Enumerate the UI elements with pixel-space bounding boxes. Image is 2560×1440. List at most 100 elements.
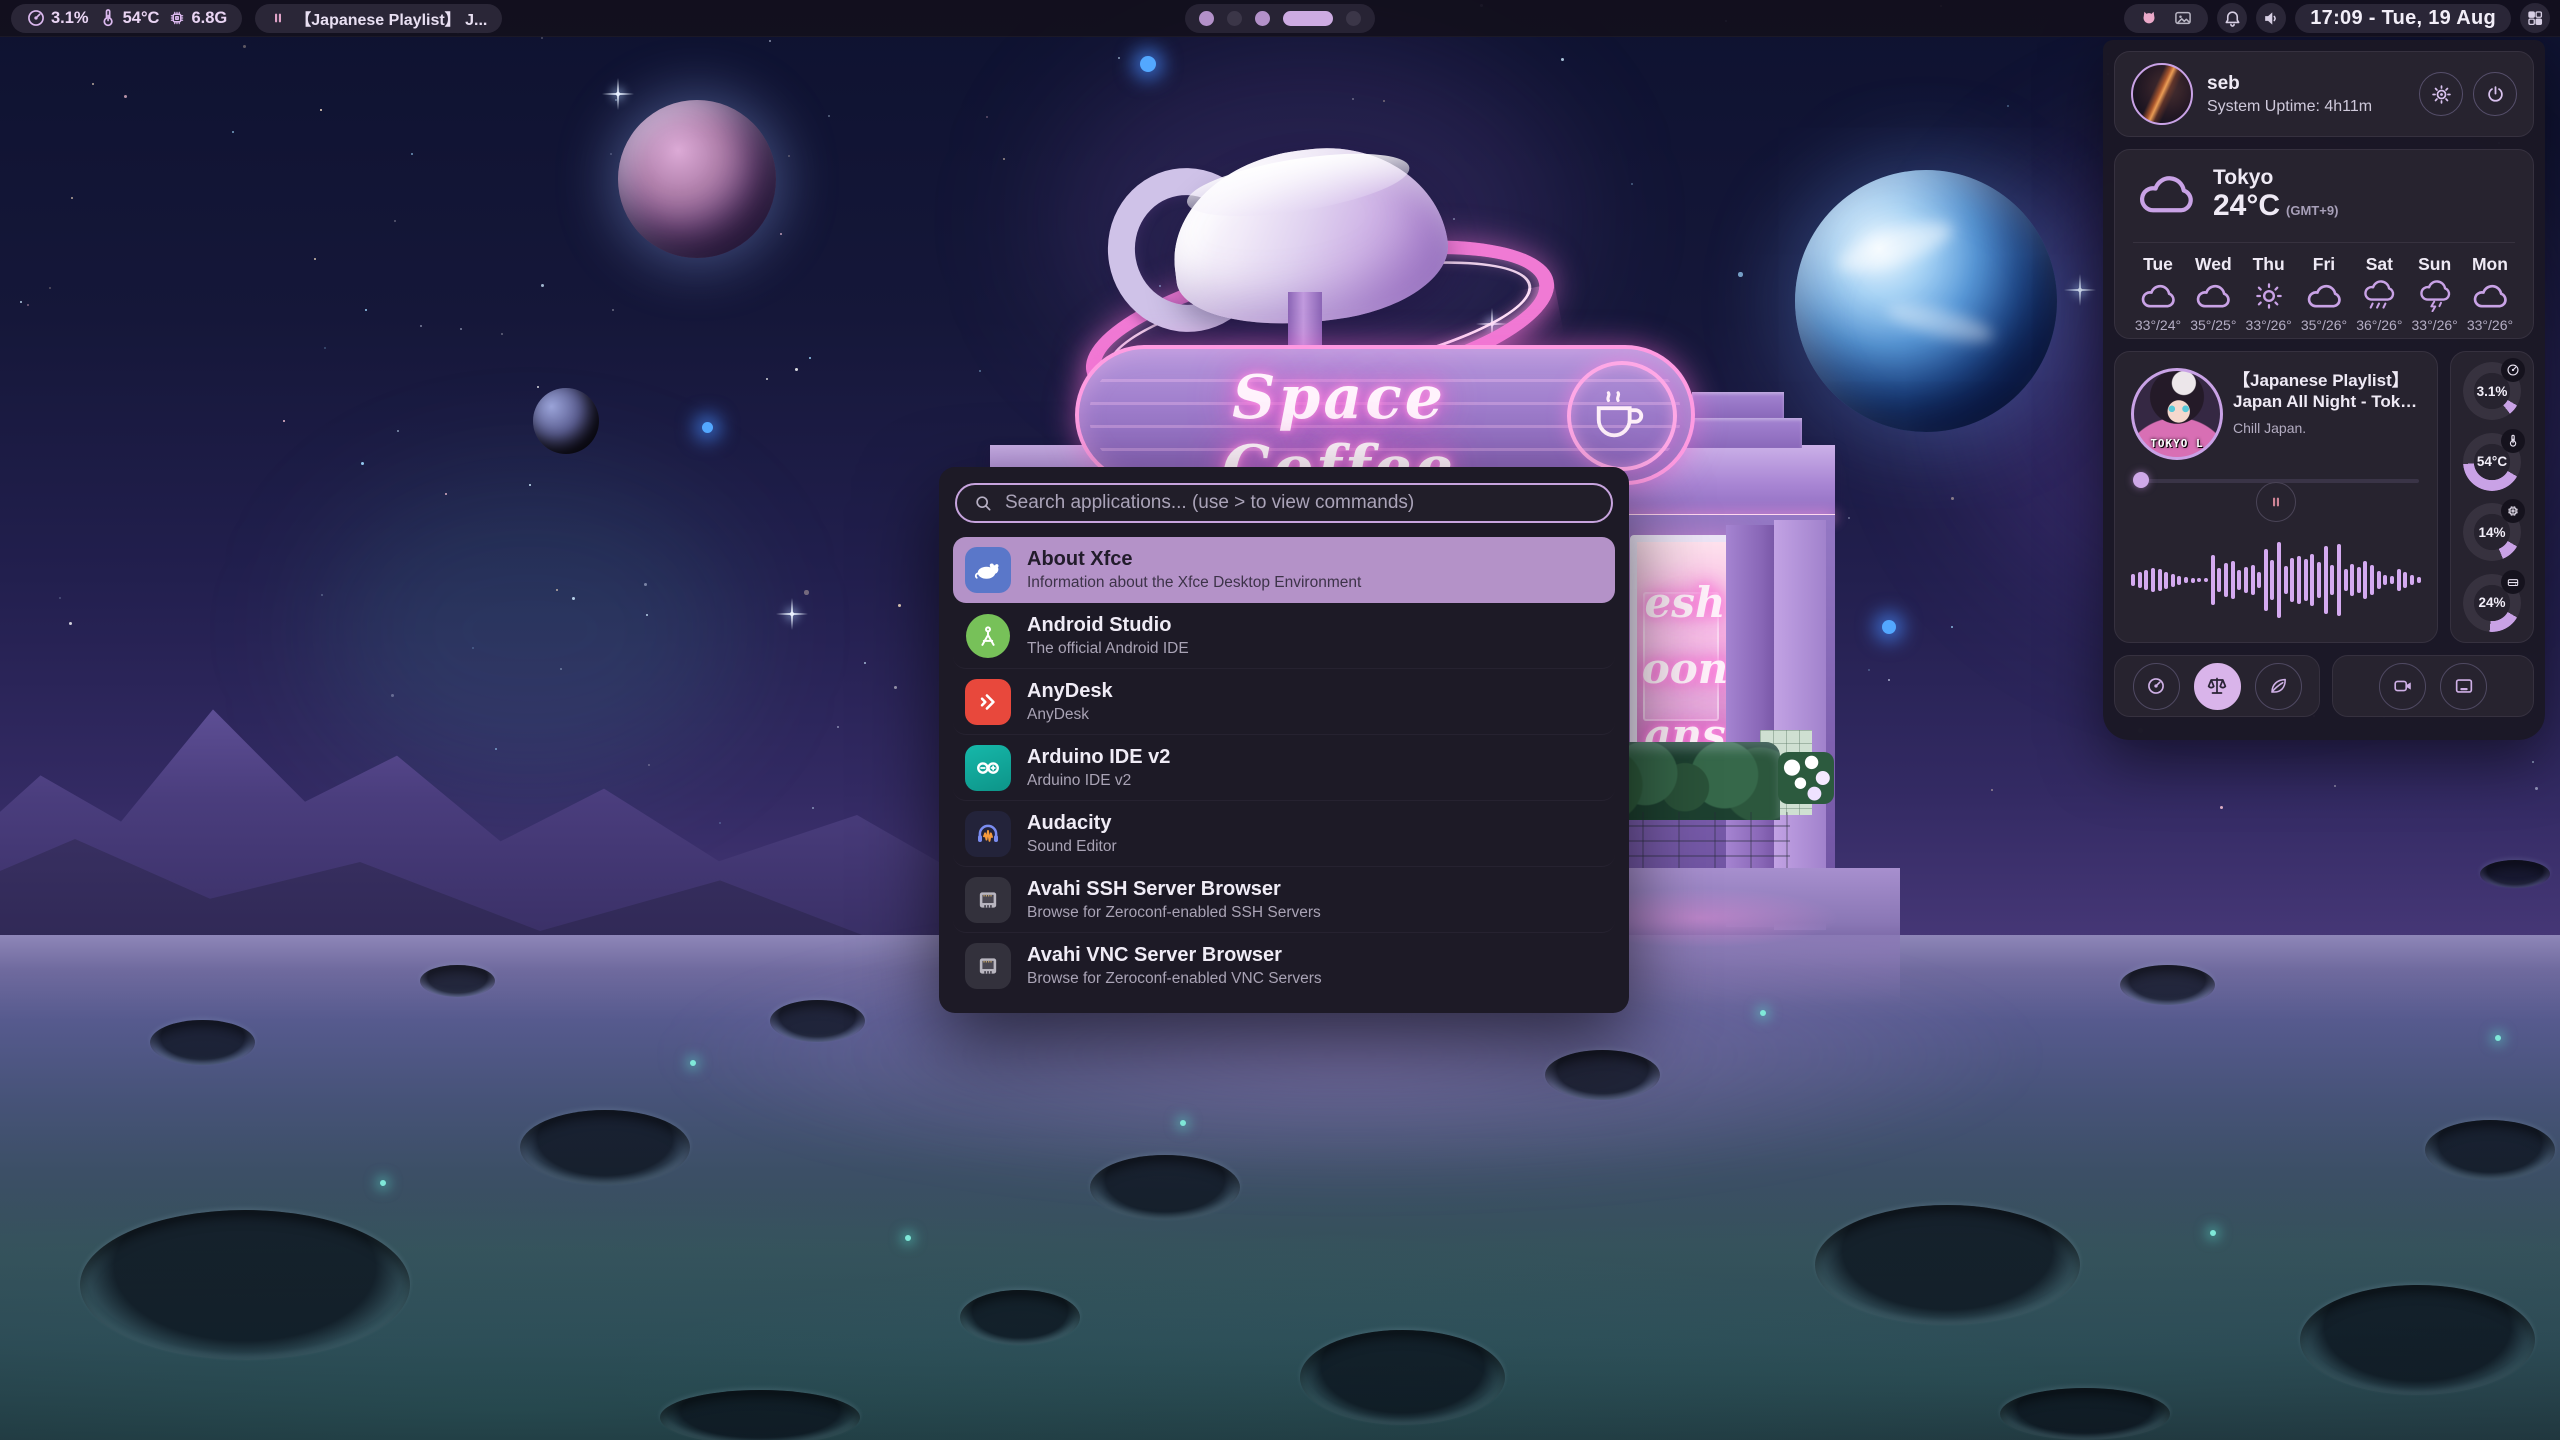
star (1951, 626, 1953, 628)
star-blue (1882, 620, 1896, 634)
star (365, 309, 367, 311)
power-button[interactable] (2473, 72, 2517, 116)
network-port-icon (965, 877, 1011, 923)
app-description: Sound Editor (1027, 838, 1117, 856)
screen-record-button[interactable] (2379, 663, 2426, 710)
app-list-item[interactable]: AnyDesk AnyDesk (953, 669, 1615, 735)
settings-button[interactable] (2419, 72, 2463, 116)
shop-window: esh oon ans (1630, 535, 1740, 771)
visualizer-bar (2324, 546, 2328, 614)
app-list-item[interactable]: Audacity Sound Editor (953, 801, 1615, 867)
app-description: Browse for Zeroconf-enabled SSH Servers (1027, 904, 1321, 922)
app-list-item[interactable]: Avahi VNC Server Browser Browse for Zero… (953, 933, 1615, 999)
powersave-profile-button[interactable] (2255, 663, 2302, 710)
star (1631, 183, 1633, 185)
android-studio-icon (965, 613, 1011, 659)
app-description: Arduino IDE v2 (1027, 772, 1170, 790)
star (27, 304, 29, 306)
visualizer-bar (2304, 559, 2308, 601)
app-list-item[interactable]: About Xfce Information about the Xfce De… (953, 537, 1615, 603)
clock-pill[interactable]: 17:09 - Tue, 19 Aug (2295, 4, 2511, 33)
forecast-day-name: Thu (2253, 254, 2285, 275)
cloud-icon (2138, 280, 2178, 312)
system-tray-pill[interactable] (2124, 4, 2208, 33)
crater (770, 1000, 865, 1042)
neon-word: esh (1637, 578, 1733, 627)
visualizer-bar (2397, 569, 2401, 591)
star (2220, 806, 2223, 809)
tray-cat-icon[interactable] (2139, 8, 2159, 28)
rain-icon (2361, 280, 2397, 312)
star-blue (1140, 56, 1156, 72)
now-playing-label: 【Japanese Playlist】 J... (295, 6, 487, 30)
crater (520, 1110, 690, 1185)
star (541, 37, 543, 39)
notifications-button[interactable] (2217, 3, 2247, 33)
visualizer-bar (2191, 578, 2195, 583)
crater (2425, 1120, 2555, 1180)
weather-forecast: Tue 33°/24° Wed 35°/25° Thu 33°/26° Fri … (2131, 254, 2517, 333)
arduino-infinity-icon (965, 745, 1011, 791)
anydesk-icon (965, 679, 1011, 725)
visualizer-bar (2211, 555, 2215, 605)
app-list-item[interactable]: Android Studio The official Android IDE (953, 603, 1615, 669)
workspace-dot[interactable] (1255, 11, 1270, 26)
crater (960, 1290, 1080, 1345)
visualizer-bar (2244, 567, 2248, 593)
forecast-temps: 33°/26° (2412, 317, 2458, 333)
star (1738, 272, 1743, 277)
album-art-text: TOKYO L (2134, 437, 2220, 450)
star (788, 155, 790, 157)
visualizer-bar (2171, 574, 2175, 587)
app-list-item[interactable]: Arduino IDE v2 Arduino IDE v2 (953, 735, 1615, 801)
visualizer-bar (2217, 568, 2221, 592)
forecast-temps: 36°/26° (2356, 317, 2402, 333)
now-playing-pill[interactable]: 【Japanese Playlist】 J... (255, 4, 502, 33)
avatar[interactable] (2131, 63, 2193, 125)
star (2007, 105, 2009, 107)
forecast-day: Sun 33°/26° (2408, 254, 2462, 333)
balanced-profile-button[interactable] (2194, 663, 2241, 710)
forecast-temps: 33°/26° (2246, 317, 2292, 333)
star (616, 92, 620, 96)
star (809, 357, 811, 359)
workspace-dot[interactable] (1227, 11, 1242, 26)
visualizer-bar (2417, 577, 2421, 583)
pause-button[interactable] (2256, 482, 2296, 522)
performance-profile-button[interactable] (2133, 663, 2180, 710)
search-bar[interactable] (955, 483, 1613, 523)
volume-button[interactable] (2256, 3, 2286, 33)
leaf-icon (2267, 675, 2289, 697)
star (324, 347, 326, 349)
system-stats-pill[interactable]: 3.1% 54°C 6.8G (11, 4, 242, 33)
star (420, 325, 422, 327)
app-list-item[interactable]: Avahi SSH Server Browser Browse for Zero… (953, 867, 1615, 933)
visualizer-bar (2370, 565, 2374, 595)
star (361, 462, 364, 465)
visualizer-bar (2290, 558, 2294, 602)
album-art[interactable]: TOKYO L (2131, 368, 2223, 460)
overview-button[interactable] (2520, 3, 2550, 33)
app-name: Arduino IDE v2 (1027, 746, 1170, 769)
star (397, 430, 399, 432)
star (795, 368, 798, 371)
audacity-headphones-icon (965, 811, 1011, 857)
system-gauges-card: 3.1% 54°C 14% 24% (2450, 351, 2534, 643)
workspace-indicator[interactable] (1185, 4, 1375, 33)
tray-image-icon[interactable] (2173, 8, 2193, 28)
seek-knob[interactable] (2133, 472, 2149, 488)
search-input[interactable] (1003, 491, 1595, 515)
workspace-dot[interactable] (1346, 11, 1361, 26)
xfce-mouse-icon (965, 547, 1011, 593)
workspace-dot[interactable] (1283, 11, 1333, 26)
star (864, 662, 866, 664)
visualizer-bar (2197, 578, 2201, 582)
app-description: AnyDesk (1027, 706, 1113, 724)
star (501, 333, 503, 335)
screenshot-button[interactable] (2440, 663, 2487, 710)
star (411, 153, 413, 155)
crater (660, 1390, 860, 1440)
workspace-dot[interactable] (1199, 11, 1214, 26)
star (1848, 517, 1850, 519)
app-texts: Arduino IDE v2 Arduino IDE v2 (1027, 746, 1170, 790)
